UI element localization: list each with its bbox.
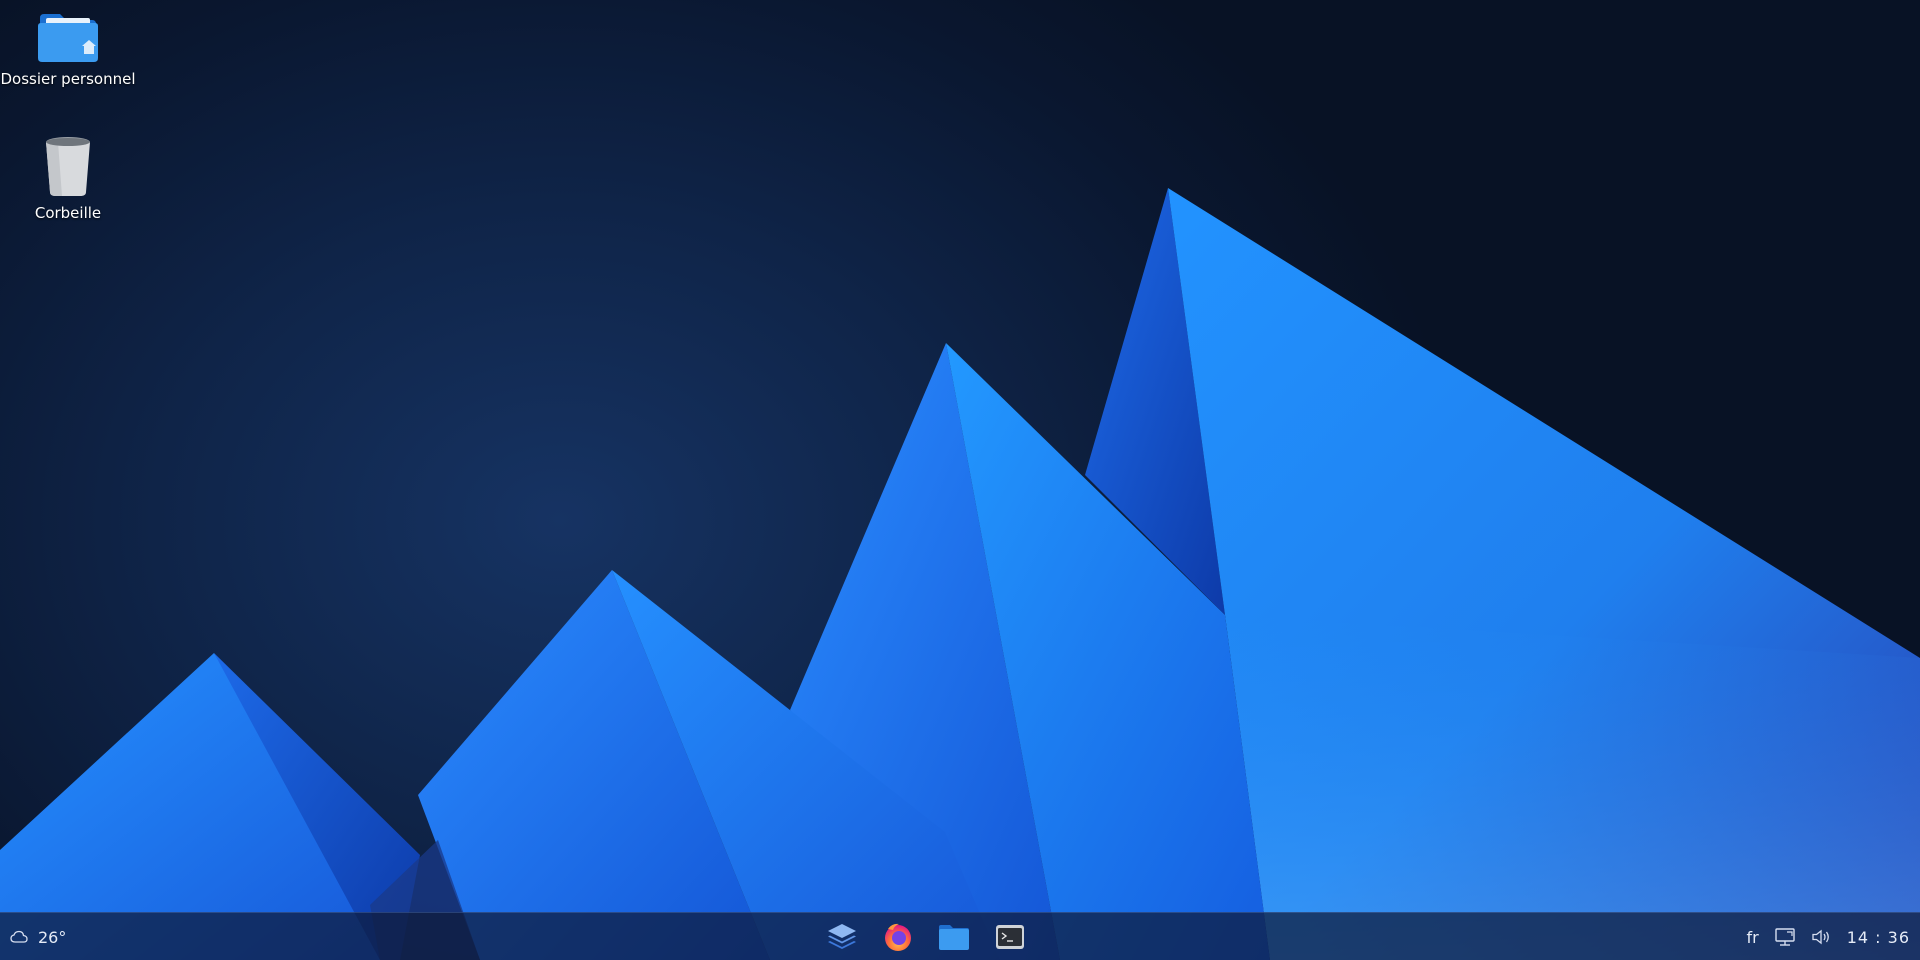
network-icon (1775, 928, 1795, 946)
volume-button[interactable] (1811, 929, 1831, 945)
taskbar: 26° fr 14: 36 (0, 912, 1920, 960)
dock-firefox-button[interactable] (880, 919, 916, 955)
trash-icon (46, 137, 90, 196)
weather-widget[interactable]: 26° (10, 913, 66, 960)
home-folder-icon (38, 14, 98, 62)
keyboard-layout-label: fr (1746, 927, 1759, 947)
volume-icon (1812, 929, 1829, 945)
terminal-icon (996, 925, 1024, 949)
network-button[interactable] (1775, 928, 1795, 946)
firefox-icon (885, 923, 911, 951)
dock-workspaces-button[interactable] (824, 919, 860, 955)
desktop-icon-trash[interactable]: Corbeille (0, 136, 138, 222)
dock-files-button[interactable] (936, 919, 972, 955)
desktop-icon-home-folder[interactable]: Dossier personnel (0, 12, 138, 88)
clock-button[interactable]: 14 : 36 (1847, 928, 1910, 947)
desktop-icon-label: Dossier personnel (0, 70, 136, 88)
keyboard-layout-indicator[interactable]: fr (1747, 928, 1759, 947)
clock-time: 14 : 36 (1846, 927, 1910, 947)
dock (824, 913, 1028, 960)
weather-temperature: 26° (38, 927, 67, 947)
dock-terminal-button[interactable] (992, 919, 1028, 955)
cloud-icon (10, 930, 28, 943)
folder-icon (939, 925, 969, 950)
desktop-icon-label: Corbeille (34, 204, 102, 222)
layers-icon (828, 924, 856, 949)
desktop: Dossier personnel Corbeille 26° fr 14: … (0, 0, 1920, 960)
wallpaper-mountains (0, 188, 1920, 960)
system-tray: fr 14 : 36 (1747, 913, 1911, 960)
